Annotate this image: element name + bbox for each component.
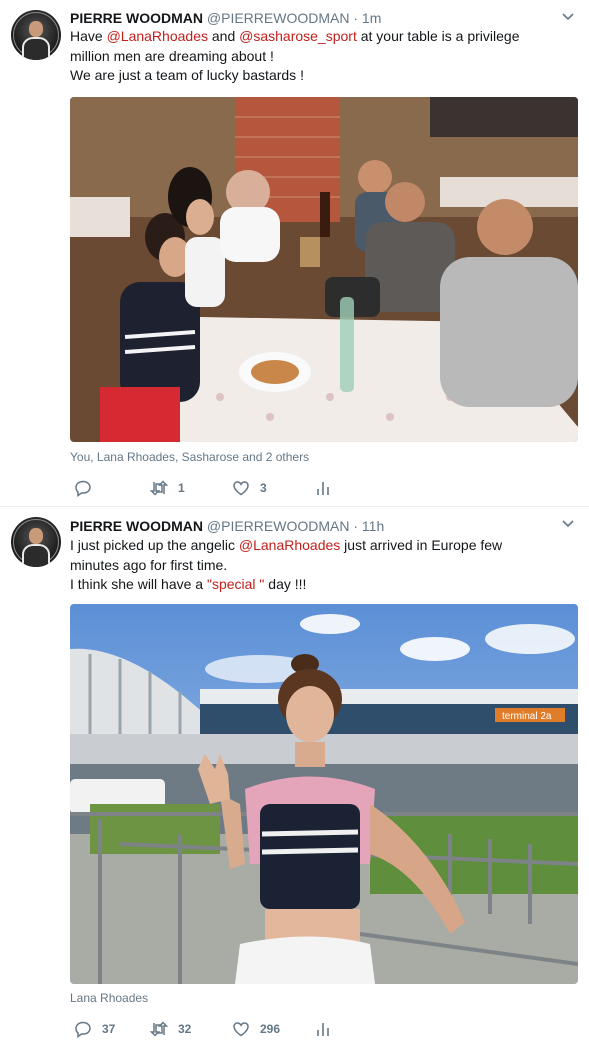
tweet-actions: 37 32 296 [70,1019,390,1039]
retweet-icon [150,1021,168,1037]
text-line: minutes ago for first time. [70,556,228,573]
tweet-text: Have @LanaRhoades and @sasharose_sport a… [70,27,570,86]
text-segment: at your table is a privilege [356,28,520,44]
text-segment: I just picked up the angelic [70,537,239,553]
analytics-button[interactable] [314,478,332,498]
separator: · [349,10,362,26]
text-segment: I think she will have a [70,576,207,592]
mention-link[interactable]: @sasharose_sport [239,28,357,44]
tweet-actions: 1 3 [70,478,390,498]
text-segment: Have [70,28,107,44]
author-name[interactable]: PIERRE WOODMAN [70,518,203,534]
terminal-sign: terminal 2a [502,711,552,722]
avatar[interactable] [11,517,61,567]
mention-link[interactable]: @LanaRhoades [239,537,340,553]
like-count: 3 [260,481,267,495]
tweet-2[interactable]: PIERRE WOODMAN @PIERREWOODMAN · 11h I ju… [0,507,589,1043]
reply-button[interactable]: 37 [74,1019,115,1039]
reply-icon [75,480,91,497]
chevron-down-icon[interactable] [561,519,575,529]
author-handle[interactable]: @PIERREWOODMAN [207,518,350,534]
mention-link[interactable]: @LanaRhoades [107,28,208,44]
text-segment: and [207,28,240,44]
author-handle[interactable]: @PIERREWOODMAN [207,10,350,26]
tweet-text: I just picked up the angelic @LanaRhoade… [70,536,570,595]
tweet-header: PIERRE WOODMAN @PIERREWOODMAN · 11h [70,517,384,535]
tweet-1[interactable]: PIERRE WOODMAN @PIERREWOODMAN · 1m Have … [0,0,589,507]
retweet-button[interactable]: 32 [150,1019,191,1039]
separator: · [349,518,362,534]
like-button[interactable]: 296 [232,1019,280,1039]
like-icon [233,1022,249,1037]
reply-button[interactable] [74,478,102,498]
avatar[interactable] [11,10,61,60]
retweet-button[interactable]: 1 [150,478,185,498]
reply-count: 37 [102,1022,116,1036]
like-count: 296 [260,1022,281,1036]
like-icon [233,481,249,496]
retweet-count: 32 [178,1022,192,1036]
text-line: million men are dreaming about ! [70,47,274,64]
timestamp[interactable]: 1m [362,10,381,26]
tweet-photo[interactable]: terminal 2a [70,604,578,984]
timestamp[interactable]: 11h [362,518,384,534]
text-line: We are just a team of lucky bastards ! [70,67,304,83]
chevron-down-icon[interactable] [561,12,575,22]
special-text: "special " [206,576,265,592]
reply-icon [75,1021,91,1038]
author-name[interactable]: PIERRE WOODMAN [70,10,203,26]
analytics-button[interactable] [314,1019,332,1039]
like-button[interactable]: 3 [232,478,267,498]
analytics-icon [317,1023,329,1036]
retweet-count: 1 [178,481,185,495]
retweet-icon [150,480,168,496]
tagged-users[interactable]: Lana Rhoades [70,991,148,1005]
tweet-header: PIERRE WOODMAN @PIERREWOODMAN · 1m [70,9,381,27]
tagged-users[interactable]: You, Lana Rhoades, Sasharose and 2 other… [70,450,309,464]
text-segment: day !!! [264,576,307,592]
tweet-photo[interactable] [70,97,578,442]
analytics-icon [317,482,329,495]
text-segment: just arrived in Europe few [340,537,503,553]
